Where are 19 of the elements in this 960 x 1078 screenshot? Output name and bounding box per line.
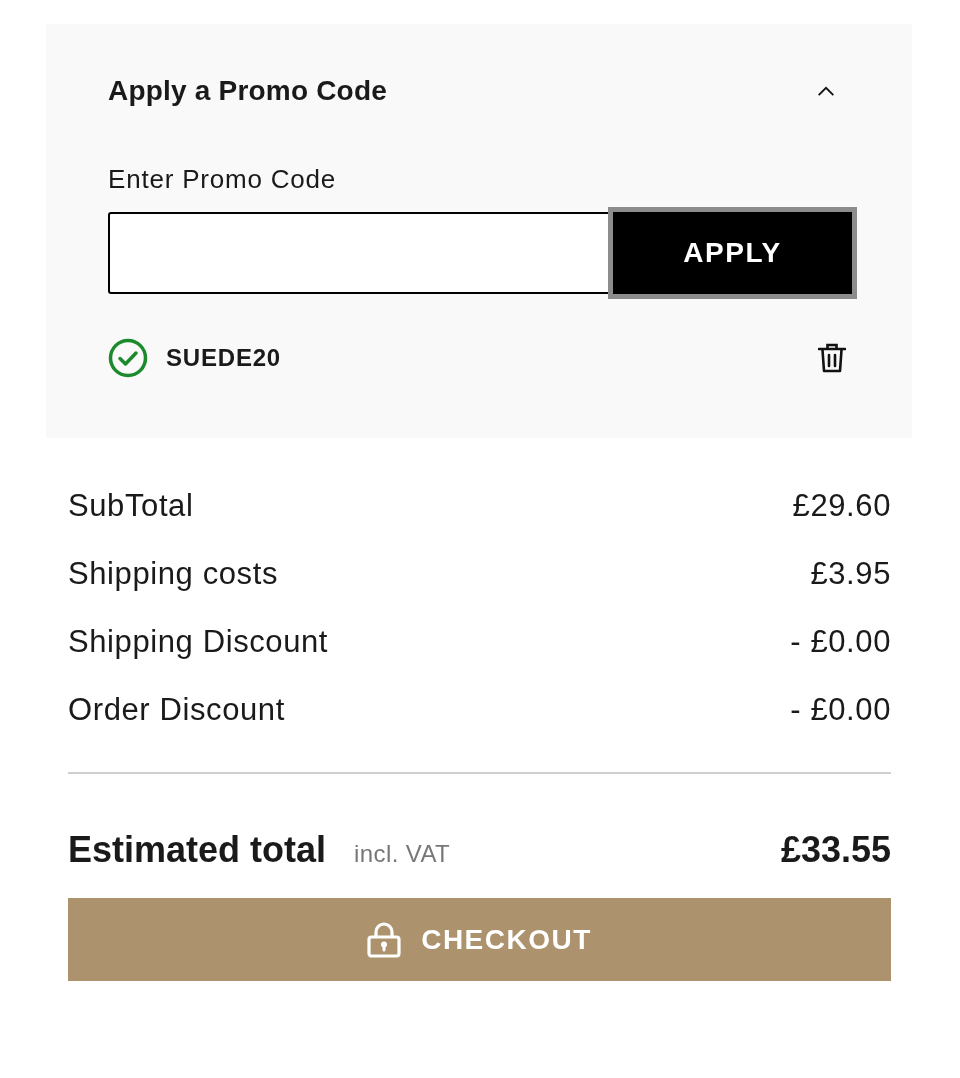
- apply-button[interactable]: APPLY: [608, 207, 857, 299]
- summary-value: £29.60: [792, 488, 891, 524]
- lock-icon: [367, 921, 402, 958]
- field-label: Enter Promo Code: [108, 163, 337, 195]
- vat-note: incl. VAT: [354, 840, 451, 868]
- summary-value: - £0.00: [790, 692, 891, 728]
- check-circle-icon: [108, 338, 148, 378]
- summary-label: Shipping costs: [68, 556, 279, 592]
- total-value: £33.55: [780, 828, 891, 872]
- summary-value: - £0.00: [790, 624, 891, 660]
- summary-value: £3.95: [810, 556, 891, 592]
- chevron-icon[interactable]: [817, 85, 835, 97]
- promo-code: SUEDE20: [166, 344, 281, 372]
- trash-icon[interactable]: [818, 343, 846, 373]
- summary-label: Order Discount: [68, 692, 285, 728]
- total-label: Estimated total: [68, 828, 327, 872]
- summary-label: Shipping Discount: [68, 624, 329, 660]
- summary-label: SubTotal: [68, 488, 194, 524]
- promo-title: Apply a Promo Code: [108, 74, 387, 108]
